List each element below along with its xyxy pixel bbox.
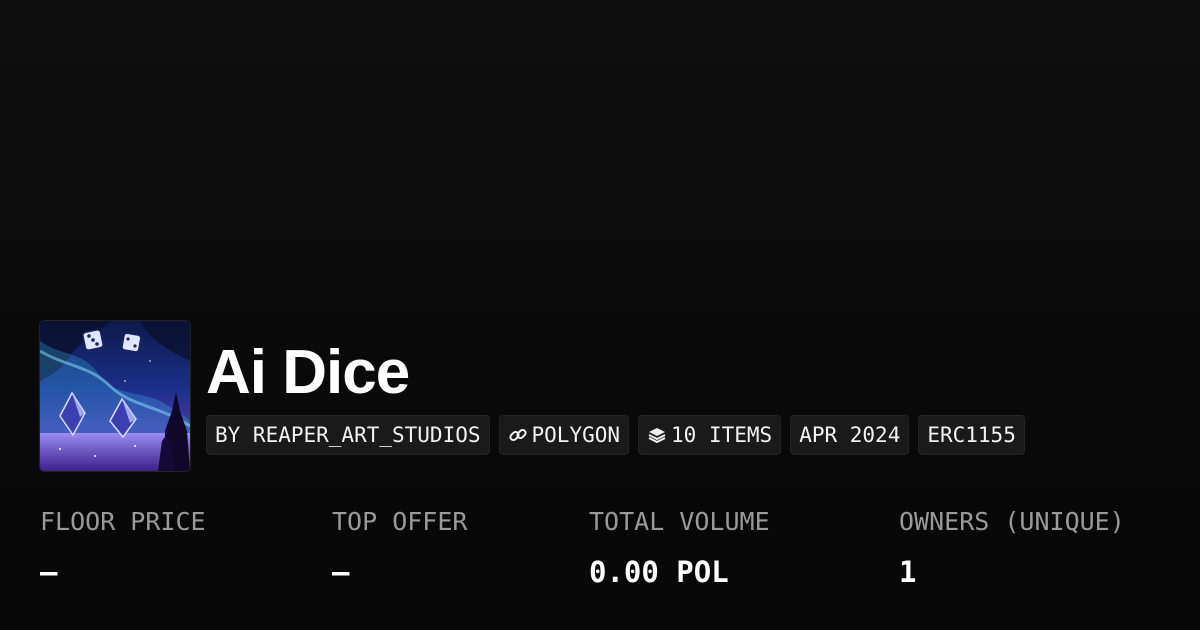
layers-icon: [647, 425, 667, 445]
total-volume-stat: TOTAL VOLUME 0.00 POL: [589, 505, 770, 589]
top-offer-label: TOP OFFER: [332, 507, 468, 536]
created-label: APR 2024: [799, 423, 901, 447]
floor-price-stat: FLOOR PRICE –: [40, 505, 206, 589]
floor-price-label: FLOOR PRICE: [40, 507, 206, 536]
collection-title: Ai Dice: [206, 338, 410, 407]
creator-tag[interactable]: BY REAPER_ART_STUDIOS: [206, 415, 490, 455]
owners-stat: OWNERS (UNIQUE) 1: [899, 505, 1125, 589]
top-offer-stat: TOP OFFER –: [332, 505, 467, 589]
total-volume-value: 0.00 POL: [589, 555, 729, 589]
top-offer-value: –: [332, 555, 350, 589]
floor-price-value: –: [40, 555, 58, 589]
link-icon: [508, 425, 528, 445]
items-label: 10 ITEMS: [671, 423, 773, 447]
owners-value: 1: [899, 555, 917, 589]
created-tag: APR 2024: [790, 415, 910, 455]
collection-image: [40, 321, 190, 471]
collection-tags: BY REAPER_ART_STUDIOS POLYGON 10 ITEMS A…: [206, 415, 1025, 455]
owners-label: OWNERS (UNIQUE): [899, 507, 1125, 536]
chain-tag[interactable]: POLYGON: [498, 415, 630, 455]
standard-tag: ERC1155: [918, 415, 1025, 455]
total-volume-label: TOTAL VOLUME: [589, 507, 770, 536]
chain-label: POLYGON: [531, 423, 621, 447]
creator-label: BY REAPER_ART_STUDIOS: [215, 423, 481, 447]
items-tag[interactable]: 10 ITEMS: [638, 415, 782, 455]
standard-label: ERC1155: [927, 423, 1016, 447]
